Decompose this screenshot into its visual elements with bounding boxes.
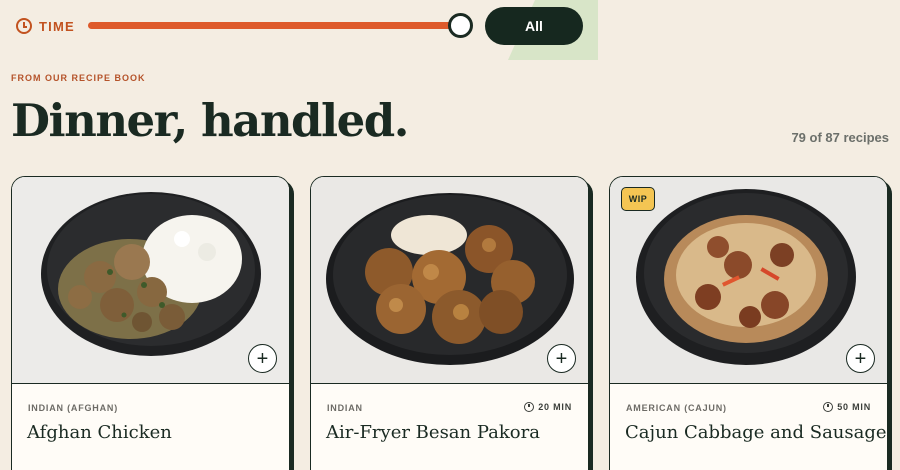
recipe-title[interactable]: Afghan Chicken — [27, 422, 172, 443]
recipe-card[interactable]: + INDIAN 20 MIN Air-Fryer Besan Pakora — [310, 176, 589, 470]
recipe-duration-value: 20 MIN — [538, 402, 572, 412]
clock-icon — [524, 402, 535, 412]
time-slider-fill — [88, 22, 460, 29]
add-recipe-button[interactable]: + — [846, 344, 875, 373]
add-recipe-button[interactable]: + — [248, 344, 277, 373]
recipe-duration-value: 50 MIN — [837, 402, 871, 412]
add-recipe-button[interactable]: + — [547, 344, 576, 373]
page-title: Dinner, handled. — [11, 94, 409, 147]
recipe-duration: 20 MIN — [524, 402, 572, 412]
clock-icon — [16, 18, 32, 34]
recipe-cuisine: INDIAN (AFGHAN) — [28, 403, 118, 413]
recipe-cuisine: AMERICAN (CAJUN) — [626, 403, 727, 413]
recipe-card[interactable]: + INDIAN (AFGHAN) Afghan Chicken — [11, 176, 290, 470]
recipe-cuisine: INDIAN — [327, 403, 363, 413]
clock-icon — [823, 402, 834, 412]
all-button[interactable]: All — [485, 7, 583, 45]
section-eyebrow: FROM OUR RECIPE BOOK — [11, 73, 146, 83]
recipe-title[interactable]: Air-Fryer Besan Pakora — [326, 422, 540, 443]
time-slider[interactable] — [88, 13, 473, 38]
recipe-photo — [12, 177, 289, 384]
recipe-photo — [311, 177, 588, 384]
wip-badge: WIP — [621, 187, 655, 211]
recipe-title[interactable]: Cajun Cabbage and Sausage — [625, 422, 887, 443]
time-filter-label: TIME — [39, 18, 75, 34]
time-slider-thumb[interactable] — [448, 13, 473, 38]
recipe-duration: 50 MIN — [823, 402, 871, 412]
time-filter: TIME — [16, 14, 75, 38]
recipe-count: 79 of 87 recipes — [791, 130, 889, 145]
recipe-card[interactable]: WIP + AMERICAN (CAJUN) 50 MIN Cajun Cabb… — [609, 176, 888, 470]
